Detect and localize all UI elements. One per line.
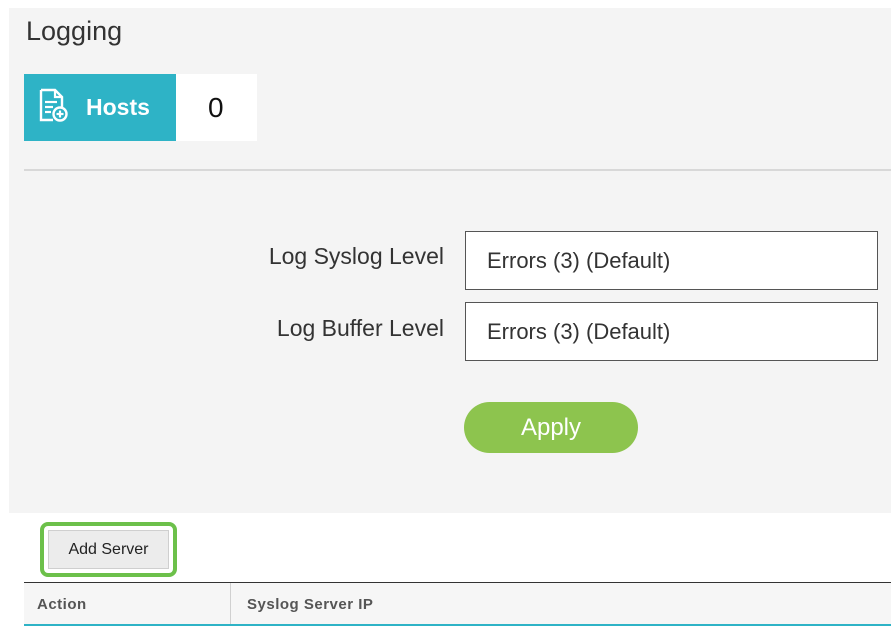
page-title: Logging <box>26 16 123 46</box>
add-server-highlight: Add Server <box>40 522 177 577</box>
document-add-icon <box>38 88 86 127</box>
log-buffer-level-label: Log Buffer Level <box>276 315 444 341</box>
hosts-badge: Hosts <box>24 74 176 141</box>
column-header-syslog-server-ip[interactable]: Syslog Server IP <box>231 583 373 625</box>
log-syslog-level-label: Log Syslog Level <box>268 243 444 269</box>
divider <box>24 169 891 171</box>
table-header: Action Syslog Server IP <box>24 583 891 625</box>
hosts-label: Hosts <box>86 94 150 120</box>
add-server-button[interactable]: Add Server <box>48 530 169 569</box>
logging-page: Logging Hosts 0 Log Syslog Level Errors … <box>0 0 891 626</box>
column-header-action[interactable]: Action <box>24 583 231 625</box>
log-buffer-level-select[interactable]: Errors (3) (Default) <box>465 302 878 361</box>
apply-button[interactable]: Apply <box>464 402 638 453</box>
log-syslog-level-select[interactable]: Errors (3) (Default) <box>465 231 878 290</box>
hosts-count: 0 <box>176 74 257 141</box>
